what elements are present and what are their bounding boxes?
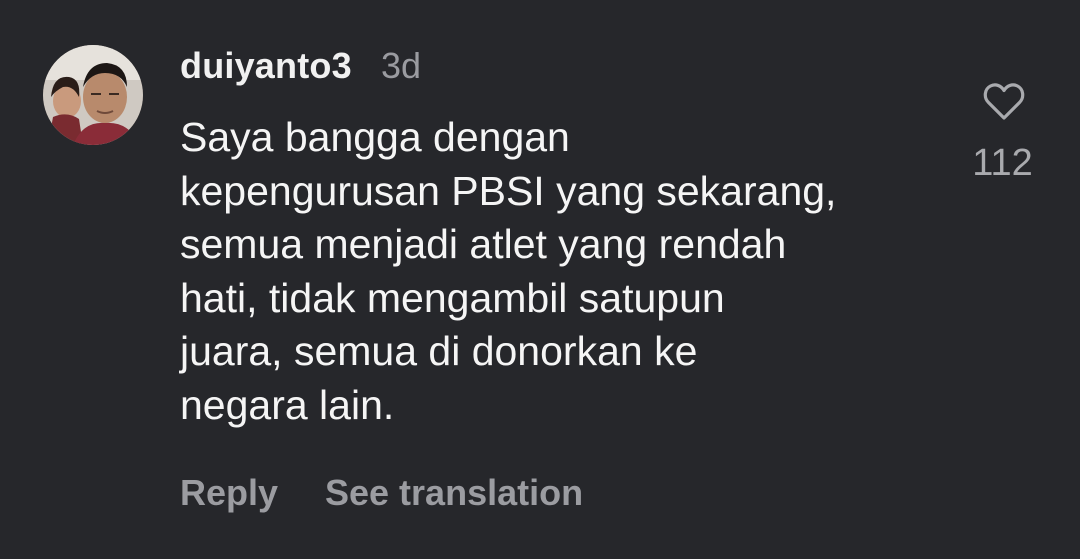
comment-text-line: semua menjadi atlet yang rendah	[180, 221, 787, 267]
comment-username[interactable]: duiyanto3	[180, 44, 352, 88]
heart-outline-icon[interactable]	[982, 80, 1026, 122]
comment-text-line: kepengurusan PBSI yang sekarang,	[180, 167, 837, 214]
comment-timestamp: 3d	[381, 45, 422, 86]
comment-text-line: hati, tidak mengambil satupun	[180, 274, 725, 321]
reply-button[interactable]: Reply	[180, 470, 278, 516]
avatar-photo	[43, 45, 143, 145]
comment-text: Saya bangga dengan kepengurusan PBSI yan…	[180, 111, 940, 432]
like-count: 112	[972, 142, 1033, 184]
comment-text-line: negara lain.	[180, 381, 395, 428]
comment-text-line: Saya bangga dengan	[180, 114, 570, 160]
comment-text-line: juara, semua di donorkan ke	[180, 328, 698, 374]
see-translation-button[interactable]: See translation	[325, 470, 583, 516]
avatar[interactable]	[43, 45, 143, 145]
